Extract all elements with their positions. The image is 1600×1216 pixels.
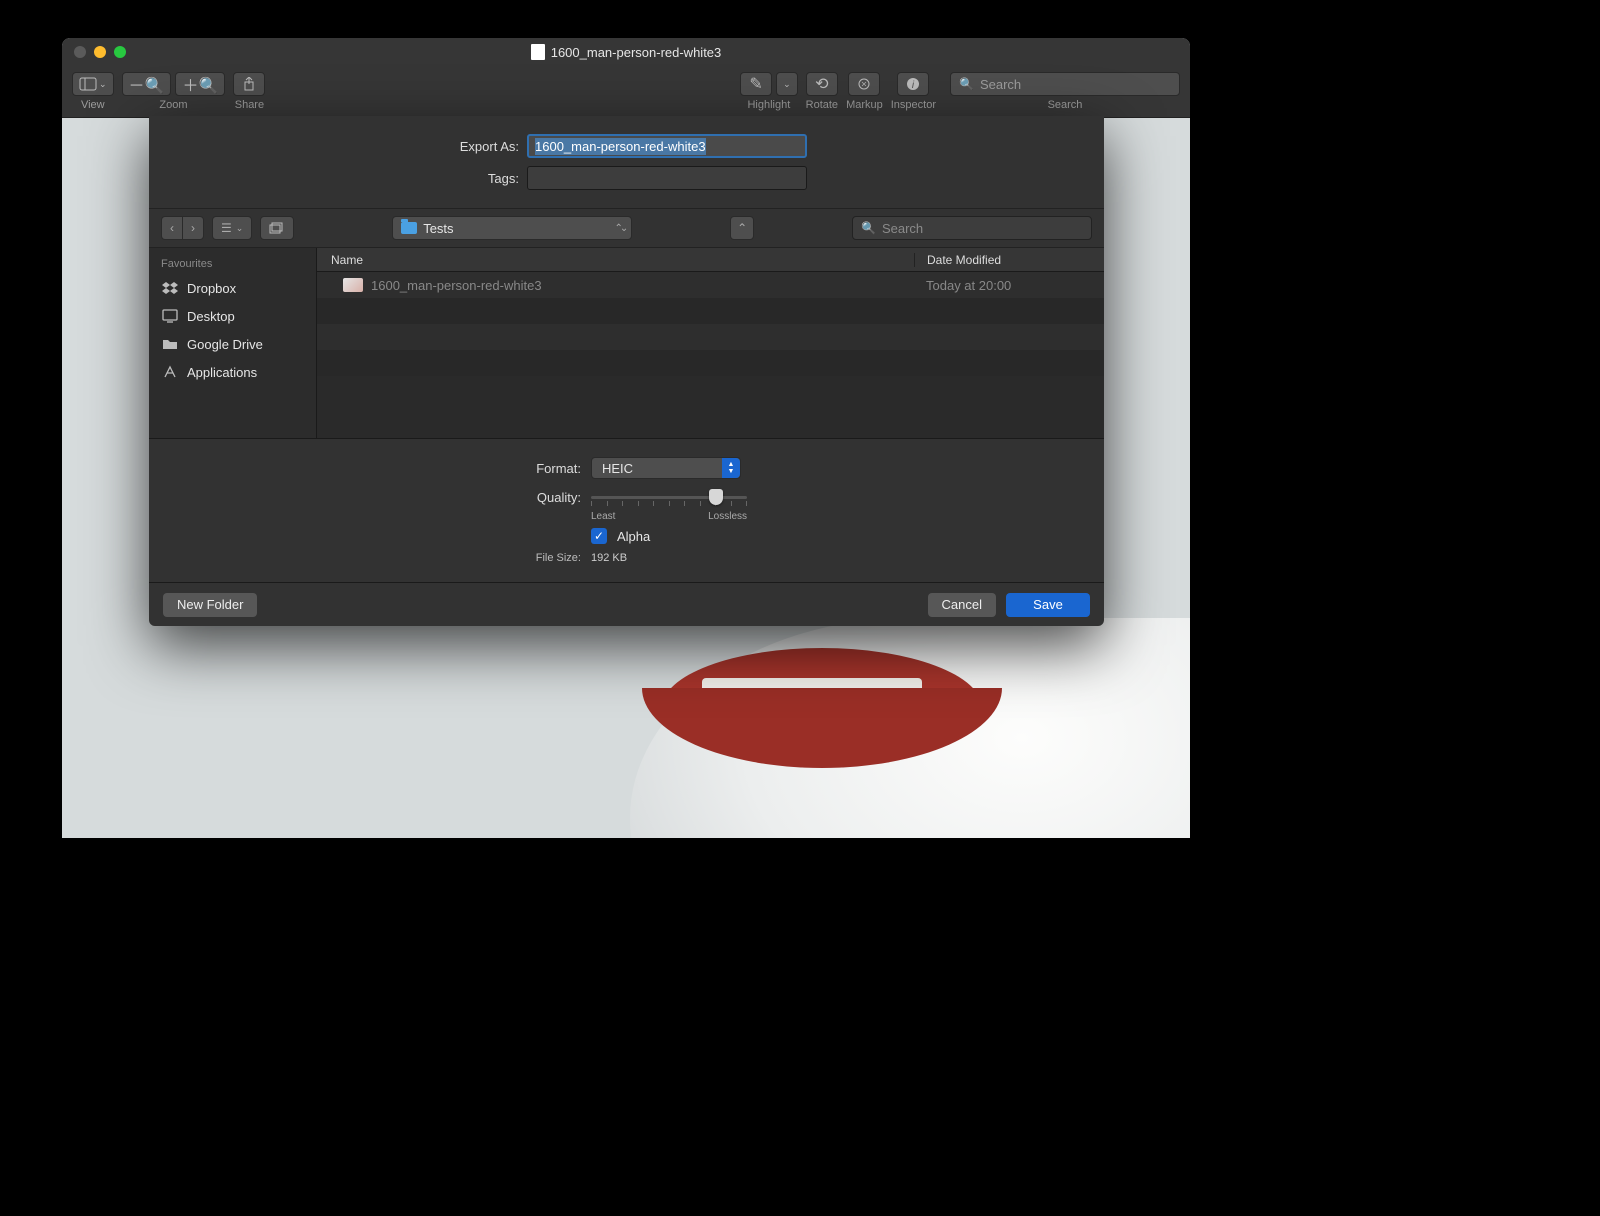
markup-label: Markup (846, 99, 883, 111)
format-value: HEIC (602, 461, 633, 476)
file-list: Name Date Modified 1600_man-person-red-w… (317, 248, 1104, 438)
folder-icon (401, 222, 417, 234)
alpha-checkbox[interactable]: ✓ (591, 528, 607, 544)
search-label: Search (1048, 99, 1083, 111)
quality-slider[interactable] (591, 487, 747, 507)
window-maximize-button[interactable] (114, 46, 126, 58)
dropbox-icon (161, 280, 179, 296)
file-name: 1600_man-person-red-white3 (371, 278, 542, 293)
format-label: Format: (149, 461, 581, 476)
sidebar-item-dropbox[interactable]: Dropbox (149, 274, 316, 302)
browser-nav: ‹ › ☰ ⌄ Tests ⌃⌄ ⌃ 🔍 (149, 208, 1104, 248)
applications-icon (161, 364, 179, 380)
share-label: Share (235, 99, 264, 111)
traffic-lights (62, 46, 126, 58)
window-minimize-button[interactable] (94, 46, 106, 58)
highlight-label: Highlight (747, 99, 790, 111)
zoom-label: Zoom (159, 99, 187, 111)
sidebar-item-label: Google Drive (187, 337, 263, 352)
tags-input[interactable] (527, 166, 807, 190)
sidebar-section-label: Favourites (149, 254, 316, 274)
highlight-menu-button[interactable]: ⌄ (776, 72, 798, 96)
folder-icon (161, 336, 179, 352)
file-thumbnail-icon (343, 278, 363, 292)
nav-forward-button[interactable]: › (182, 216, 204, 240)
save-button[interactable]: Save (1006, 593, 1090, 617)
slider-thumb[interactable] (709, 489, 723, 505)
filesize-label: File Size: (149, 552, 581, 564)
collapse-button[interactable]: ⌃ (730, 216, 754, 240)
view-mode-button[interactable]: ☰ ⌄ (212, 216, 252, 240)
new-folder-button[interactable]: New Folder (163, 593, 257, 617)
column-header-date[interactable]: Date Modified (914, 253, 1104, 267)
sidebar-item-label: Dropbox (187, 281, 236, 296)
document-icon (531, 44, 545, 60)
share-button[interactable] (233, 72, 265, 96)
view-button[interactable]: ⌄ (72, 72, 114, 96)
toolbar-search-input[interactable] (980, 77, 1171, 92)
sidebar-item-label: Desktop (187, 309, 235, 324)
desktop-icon (161, 308, 179, 324)
export-dialog: Export As: 1600_man-person-red-white3 Ta… (149, 116, 1104, 626)
titlebar: 1600_man-person-red-white3 (62, 38, 1190, 66)
search-icon: 🔍 (959, 77, 974, 91)
dialog-footer: New Folder Cancel Save (149, 582, 1104, 626)
toolbar: ⌄ View －🔍 ＋🔍 Zoom Share ✎ ⌄ (62, 66, 1190, 118)
window-title: 1600_man-person-red-white3 (551, 45, 722, 60)
chevron-updown-icon: ▲▼ (722, 458, 740, 478)
rotate-button[interactable]: ⟲ (806, 72, 838, 96)
highlight-button[interactable]: ✎ (740, 72, 772, 96)
filesize-value: 192 KB (591, 552, 627, 564)
cancel-button[interactable]: Cancel (928, 593, 996, 617)
nav-back-button[interactable]: ‹ (161, 216, 182, 240)
search-icon: 🔍 (861, 221, 876, 235)
sidebar-item-applications[interactable]: Applications (149, 358, 316, 386)
browser-search-field[interactable]: 🔍 (852, 216, 1092, 240)
quality-label: Quality: (149, 490, 581, 505)
window-close-button[interactable] (74, 46, 86, 58)
view-label: View (81, 99, 105, 111)
chevron-updown-icon: ⌃⌄ (614, 223, 625, 234)
quality-lossless-label: Lossless (708, 511, 747, 522)
export-as-label: Export As: (149, 139, 519, 154)
toolbar-search-field[interactable]: 🔍 (950, 72, 1180, 96)
export-filename-input[interactable]: 1600_man-person-red-white3 (527, 134, 807, 158)
location-select[interactable]: Tests ⌃⌄ (392, 216, 632, 240)
file-date: Today at 20:00 (914, 278, 1104, 293)
alpha-label: Alpha (617, 529, 650, 544)
rotate-label: Rotate (806, 99, 838, 111)
file-row[interactable]: 1600_man-person-red-white3 Today at 20:0… (317, 272, 1104, 298)
format-select[interactable]: HEIC ▲▼ (591, 457, 741, 479)
zoom-out-button[interactable]: －🔍 (122, 72, 172, 96)
sidebar-item-label: Applications (187, 365, 257, 380)
inspector-button[interactable]: i (897, 72, 929, 96)
inspector-label: Inspector (891, 99, 936, 111)
sidebar: Favourites Dropbox Desktop Google Drive … (149, 248, 317, 438)
group-by-button[interactable] (260, 216, 294, 240)
tags-label: Tags: (149, 171, 519, 186)
markup-button[interactable] (848, 72, 880, 96)
export-options: Format: HEIC ▲▼ Quality: Least Lossless … (149, 438, 1104, 582)
location-name: Tests (423, 221, 453, 236)
sidebar-item-googledrive[interactable]: Google Drive (149, 330, 316, 358)
browser-search-input[interactable] (882, 221, 1083, 236)
quality-least-label: Least (591, 511, 615, 522)
zoom-in-button[interactable]: ＋🔍 (175, 72, 225, 96)
sidebar-item-desktop[interactable]: Desktop (149, 302, 316, 330)
column-header-name[interactable]: Name (317, 253, 914, 267)
window-title-wrap: 1600_man-person-red-white3 (62, 44, 1190, 60)
